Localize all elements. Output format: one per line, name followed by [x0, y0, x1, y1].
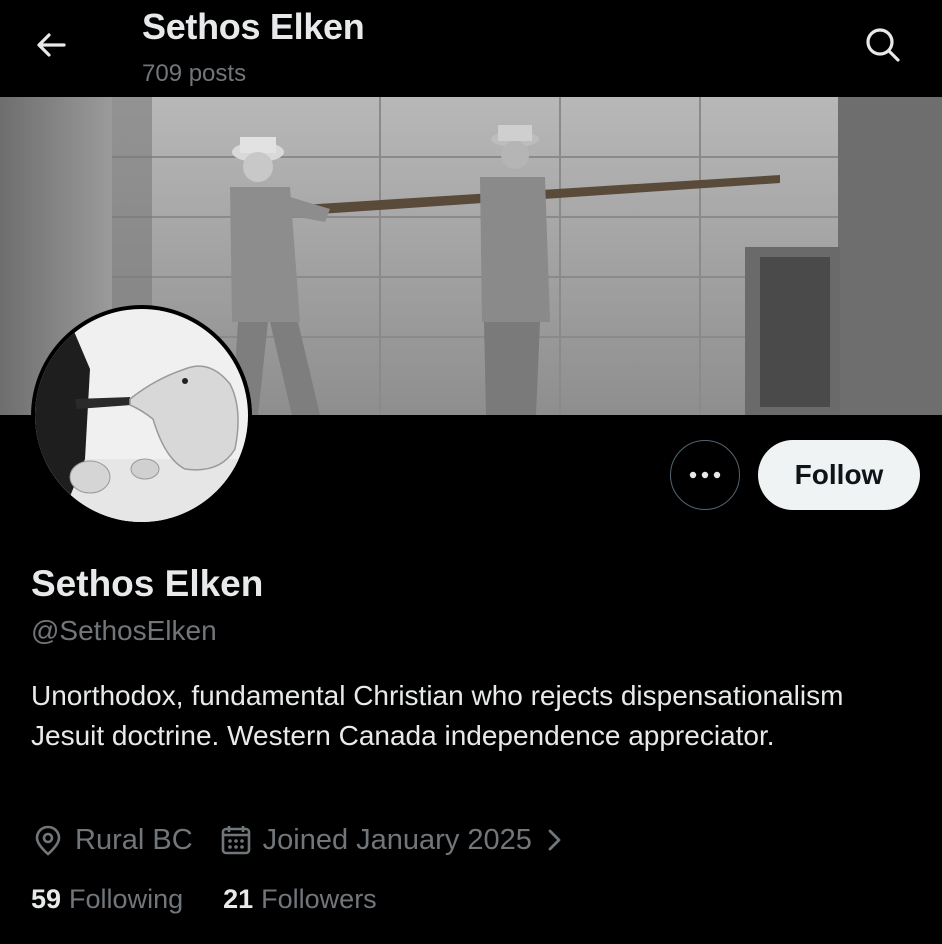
back-button[interactable] — [28, 22, 74, 68]
profile-joined-text: Joined January 2025 — [262, 823, 532, 856]
profile-display-name: Sethos Elken — [31, 563, 264, 604]
top-bar: Sethos Elken 709 posts — [0, 0, 942, 97]
profile-joined[interactable]: Joined January 2025 — [219, 823, 566, 857]
header-title: Sethos Elken — [142, 6, 365, 47]
avatar[interactable] — [31, 305, 252, 526]
search-icon — [866, 28, 900, 62]
header-post-count: 709 posts — [142, 60, 247, 87]
arrow-left-icon — [37, 33, 66, 57]
followers-link[interactable]: 21 Followers — [223, 884, 377, 915]
profile-handle: @SethosElken — [31, 615, 217, 646]
profile-meta: Rural BC Joined January 2025 — [31, 818, 566, 862]
location-pin-icon — [35, 825, 61, 856]
avatar-photo — [35, 309, 248, 522]
more-horizontal-icon — [689, 471, 721, 479]
follow-button[interactable]: Follow — [758, 440, 920, 510]
following-link[interactable]: 59 Following — [31, 884, 183, 915]
profile-location-text: Rural BC — [75, 823, 193, 856]
calendar-icon — [221, 826, 250, 855]
more-options-button[interactable] — [670, 440, 740, 510]
profile-location: Rural BC — [31, 823, 193, 857]
followers-count: 21 — [223, 884, 254, 914]
chevron-right-icon — [548, 829, 561, 851]
search-button[interactable] — [858, 20, 908, 70]
followers-label: Followers — [261, 884, 377, 914]
following-label: Following — [69, 884, 184, 914]
profile-bio: Unorthodox, fundamental Christian who re… — [31, 680, 844, 751]
following-count: 59 — [31, 884, 62, 914]
profile-stats: 59 Following 21 Followers — [31, 884, 377, 915]
